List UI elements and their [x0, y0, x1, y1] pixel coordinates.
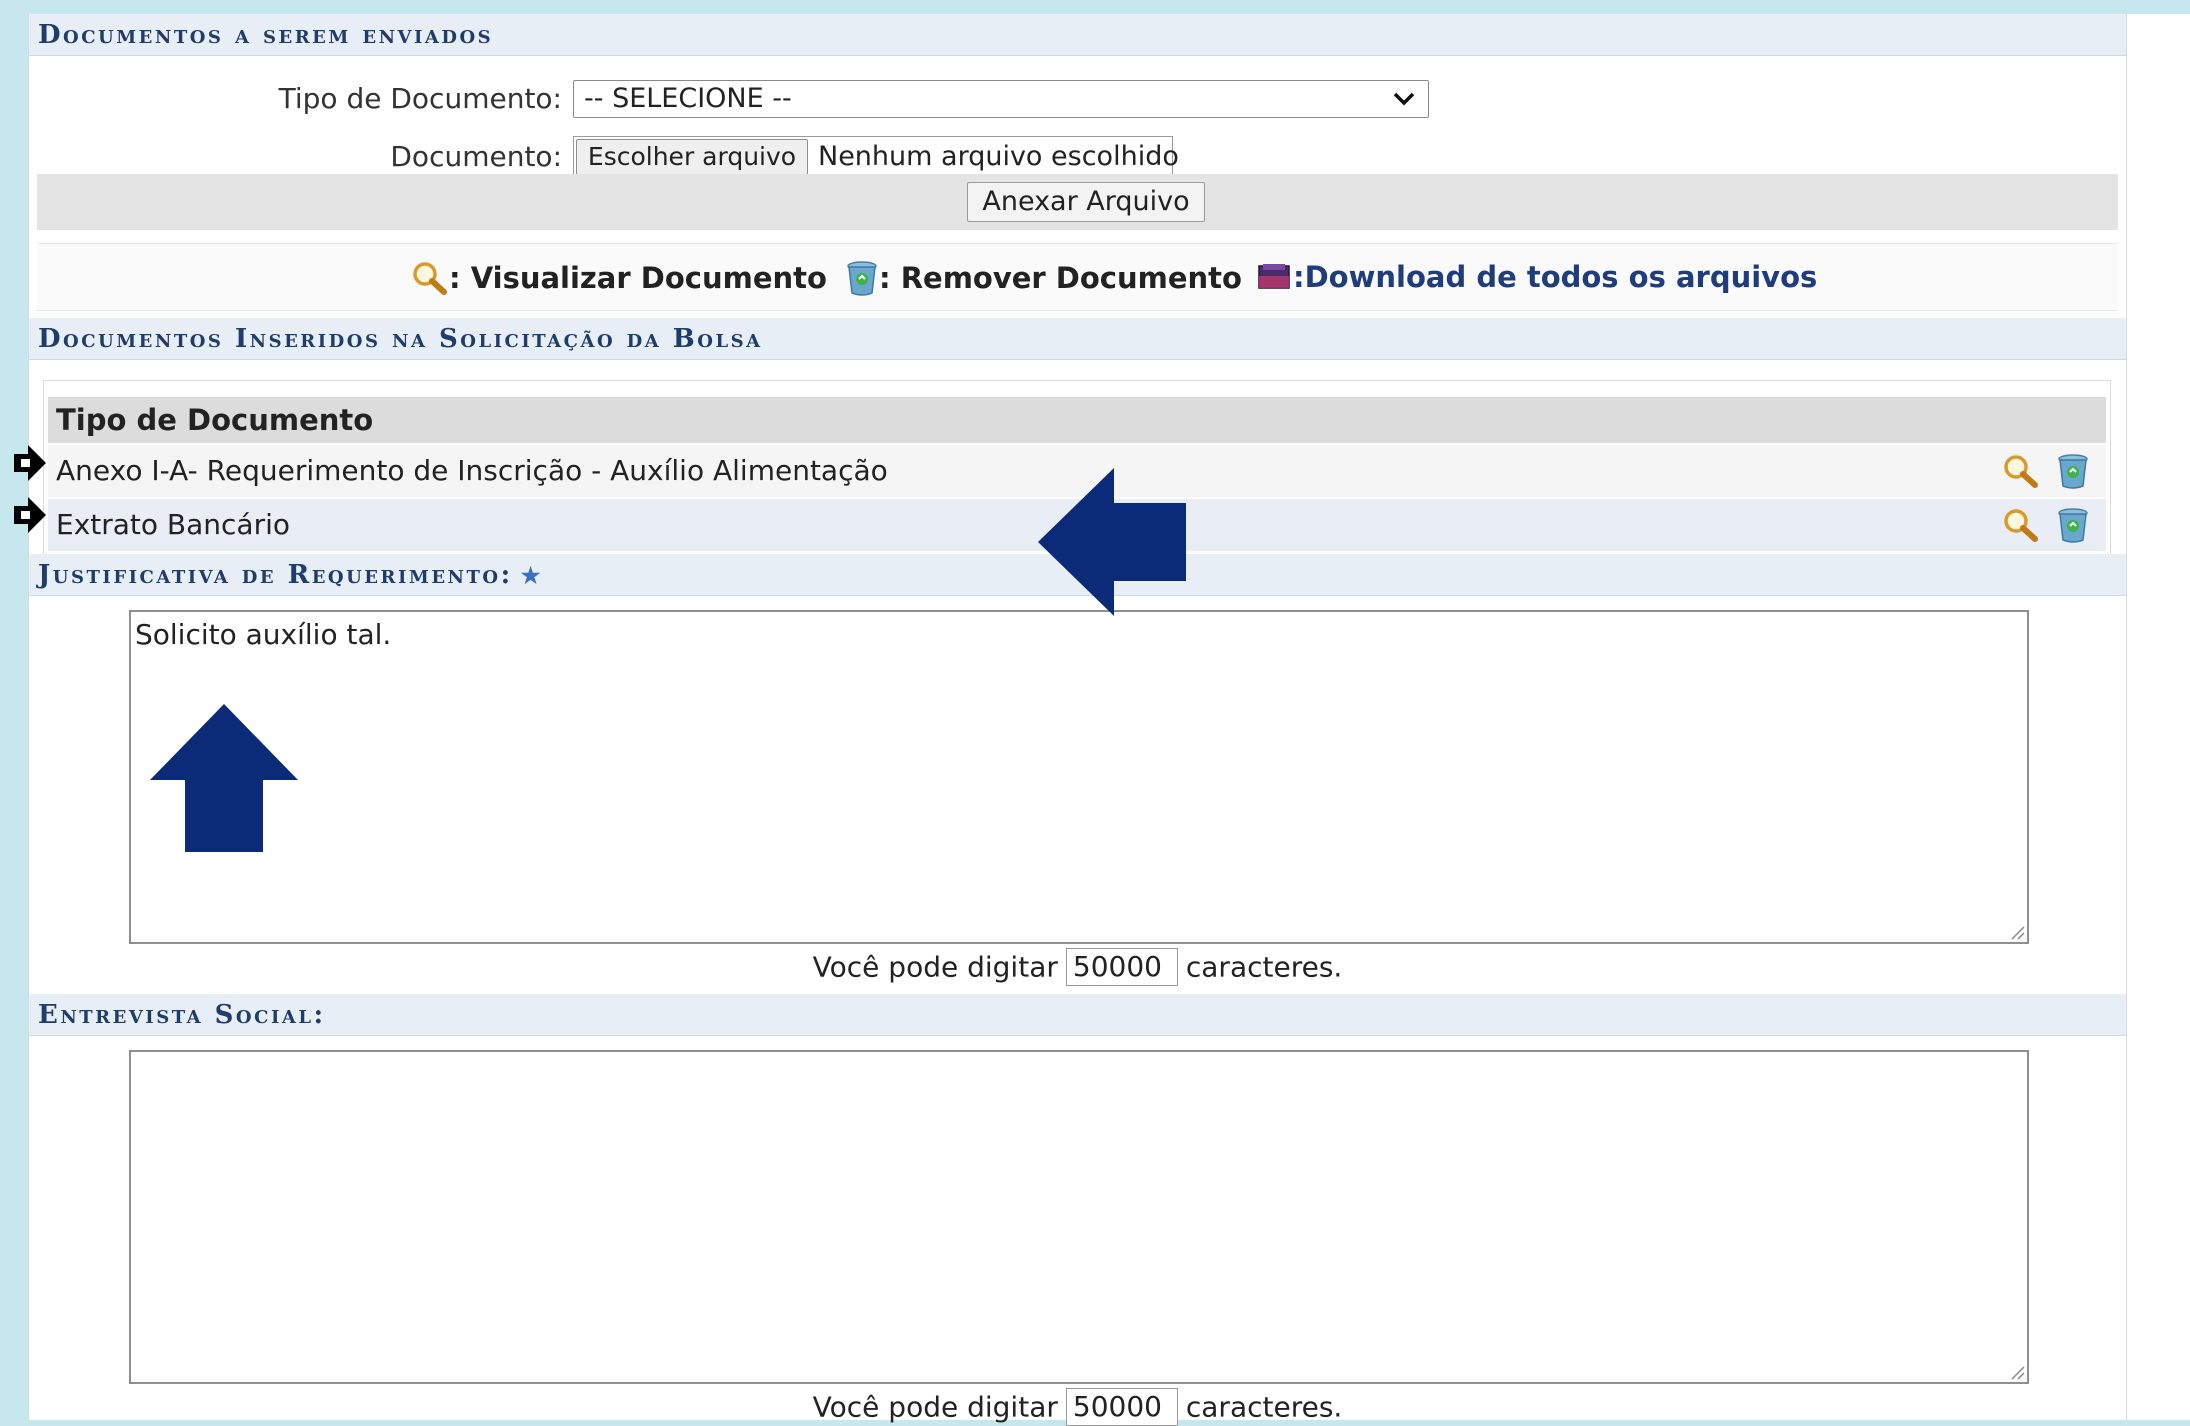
remove-document-icon[interactable] — [2056, 453, 2090, 489]
legend-remove: : Remover Documento — [845, 260, 1242, 296]
counter-prefix: Você pode digitar — [812, 1390, 1058, 1424]
document-file-input[interactable]: Escolher arquivo Nenhum arquivo escolhid… — [573, 136, 1179, 178]
legend-view: : Visualizar Documento — [411, 260, 827, 296]
resize-grip-icon[interactable] — [2009, 1364, 2025, 1380]
upload-section-header: Documentos a serem enviados — [29, 14, 2126, 56]
row-bullet-arrow-icon — [14, 497, 46, 533]
annotation-arrow-up-icon — [150, 704, 298, 852]
justification-textarea[interactable]: Solicito auxílio tal. — [129, 610, 2029, 944]
legend-remove-text: : Remover Documento — [879, 261, 1242, 295]
interview-textarea[interactable] — [129, 1050, 2029, 1384]
legend-download[interactable]: :Download de todos os arquivos — [1257, 260, 1817, 294]
download-archive-icon — [1258, 264, 1290, 289]
row-actions — [2002, 453, 2090, 489]
remaining-chars-field: 50000 — [1065, 1388, 1178, 1426]
doc-type-select[interactable]: -- SELECIONE -- — [573, 80, 1429, 118]
doc-type-selected-value: -- SELECIONE -- — [584, 83, 792, 114]
table-cell-doc-name: Extrato Bancário — [56, 508, 291, 541]
remove-document-icon[interactable] — [2056, 507, 2090, 543]
choose-file-button[interactable]: Escolher arquivo — [576, 139, 808, 175]
trash-bin-icon — [847, 261, 877, 296]
counter-suffix: caracteres. — [1185, 950, 1343, 984]
row-bullet-arrow-icon — [14, 445, 46, 481]
remaining-chars-field: 50000 — [1065, 948, 1178, 986]
table-cell-doc-name: Anexo I-A- Requerimento de Inscrição - A… — [56, 454, 888, 487]
justification-char-counter: Você pode digitar 50000 caracteres. — [29, 948, 2126, 986]
magnifier-icon — [413, 262, 447, 295]
counter-prefix: Você pode digitar — [812, 950, 1058, 984]
attach-button-bar: Anexar Arquivo — [37, 174, 2118, 230]
no-file-text: Nenhum arquivo escolhido — [818, 141, 1179, 172]
resize-grip-icon[interactable] — [2009, 924, 2025, 940]
doc-type-label: Tipo de Documento: — [278, 82, 562, 115]
row-actions — [2002, 507, 2090, 543]
view-document-icon[interactable] — [2002, 453, 2040, 489]
download-all-link[interactable]: :Download de todos os arquivos — [1293, 260, 1817, 294]
justification-text: Solicito auxílio tal. — [135, 618, 392, 651]
page-top-band — [0, 0, 2190, 14]
required-star-icon: ★ — [520, 563, 543, 589]
counter-suffix: caracteres. — [1185, 1390, 1343, 1424]
chevron-down-icon — [1393, 92, 1415, 106]
attach-file-button[interactable]: Anexar Arquivo — [967, 182, 1205, 222]
right-margin — [2126, 14, 2190, 1420]
table-header-doc-type: Tipo de Documento — [48, 397, 2106, 443]
document-label: Documento: — [390, 140, 562, 173]
interview-section-header: Entrevista Social: — [29, 994, 2126, 1036]
icon-legend: : Visualizar Documento : Remover Documen… — [37, 243, 2118, 311]
justification-header-text: Justificativa de Requerimento: — [38, 560, 513, 590]
interview-char-counter: Você pode digitar 50000 caracteres. — [29, 1388, 2126, 1426]
view-document-icon[interactable] — [2002, 507, 2040, 543]
main-panel: Documentos a serem enviados Tipo de Docu… — [28, 14, 2127, 1426]
legend-view-text: : Visualizar Documento — [449, 261, 827, 295]
annotation-arrow-left-icon — [1038, 468, 1186, 616]
inserted-section-header: Documentos Inseridos na Solicitação da B… — [29, 318, 2126, 360]
